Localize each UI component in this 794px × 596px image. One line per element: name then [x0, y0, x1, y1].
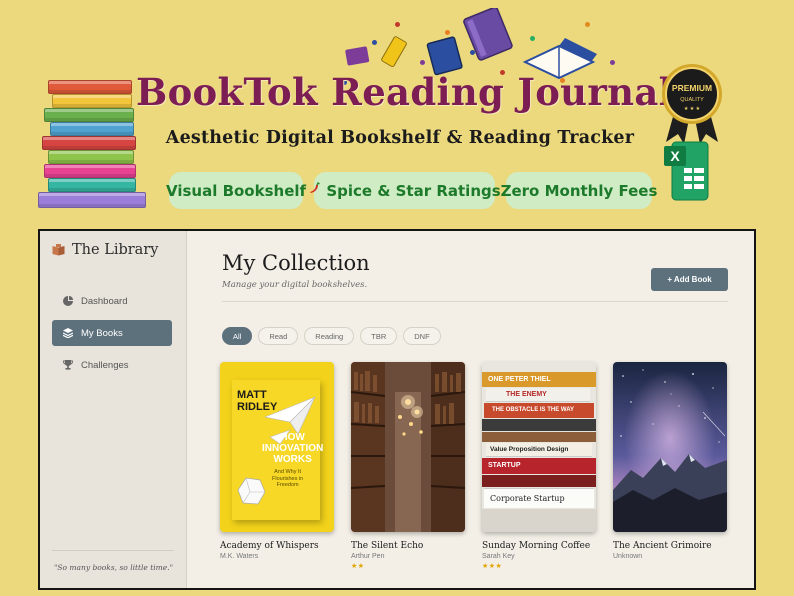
filter-chips: All Read Reading TBR DNF — [222, 327, 441, 345]
svg-text:★ ★ ★: ★ ★ ★ — [684, 106, 701, 112]
book-card[interactable]: MATT RIDLEY HOW INNOVATION WORKS And Why… — [220, 362, 334, 571]
book-author: Arthur Pen — [351, 553, 385, 560]
cover-title-line: INNOVATION — [262, 443, 324, 454]
feature-pill-spice-ratings: Spice & Star Ratings — [310, 172, 501, 209]
filter-chip-reading[interactable]: Reading — [304, 327, 355, 345]
spine-text: THE ENEMY — [506, 391, 547, 398]
filter-chip-dnf[interactable]: DNF — [403, 327, 441, 345]
sidebar: The Library Dashboard My Books Challenge… — [40, 231, 187, 588]
filter-chip-tbr[interactable]: TBR — [360, 327, 398, 345]
book-card[interactable]: The Ancient Grimoire Unknown — [613, 362, 727, 571]
sidebar-item-label: Dashboard — [81, 295, 128, 307]
svg-text:X: X — [670, 148, 680, 164]
spine-text: Corporate Startup — [490, 494, 565, 503]
filter-chip-all[interactable]: All — [222, 327, 253, 345]
library-shelves-photo — [351, 362, 465, 532]
book-cover-image[interactable] — [351, 362, 465, 532]
spine-text: THE OBSTACLE IS THE WAY — [492, 407, 575, 413]
book-title: The Silent Echo — [351, 541, 424, 551]
sidebar-item-challenges[interactable]: Challenges — [52, 352, 172, 378]
main-content: My Collection Manage your digital booksh… — [188, 231, 754, 588]
badge-bottom-text: QUALITY — [680, 97, 704, 103]
add-book-button[interactable]: + Add Book — [651, 268, 728, 291]
sidebar-divider — [52, 550, 174, 551]
sidebar-item-label: Challenges — [81, 359, 129, 371]
sidebar-item-dashboard[interactable]: Dashboard — [52, 288, 172, 314]
feature-label: Spice & Star Ratings — [326, 181, 501, 200]
book-card[interactable]: The Silent Echo Arthur Pen ★★ — [351, 362, 465, 571]
page-subtitle: Manage your digital bookshelves. — [222, 280, 368, 290]
sidebar-brand: The Library — [52, 242, 158, 258]
premium-quality-badge-icon: PREMIUM QUALITY ★ ★ ★ — [662, 64, 722, 144]
cover-tagline: And Why It — [274, 469, 302, 475]
book-cover-image[interactable] — [613, 362, 727, 532]
header-divider — [222, 301, 728, 302]
spine-text: Value Proposition Design — [490, 446, 569, 453]
library-app-window: The Library Dashboard My Books Challenge… — [38, 229, 756, 590]
page-title: My Collection — [222, 251, 370, 275]
book-author: M.K. Waters — [220, 553, 259, 560]
trophy-icon — [62, 360, 73, 371]
spreadsheet-icon: X — [664, 141, 709, 201]
banner-title: BookTok Reading Journal — [136, 70, 674, 114]
spine-text: STARTUP — [488, 462, 521, 469]
feature-label: Zero Monthly Fees — [500, 181, 658, 200]
book-author: Sarah Key — [482, 553, 515, 560]
sidebar-quote: "So many books, so little time." — [53, 563, 174, 572]
pie-chart-icon — [62, 296, 73, 307]
book-rating-stars: ★★ — [351, 563, 365, 570]
cover-title-line: HOW — [280, 432, 305, 443]
crumpled-paper-icon — [237, 477, 266, 505]
layers-icon — [62, 328, 73, 339]
chili-pepper-icon — [308, 181, 321, 199]
book-title: Academy of Whispers — [220, 541, 319, 551]
book-author: Unknown — [613, 553, 643, 560]
book-rating-stars — [613, 562, 727, 571]
feature-pill-visual-bookshelf: Visual Bookshelf — [165, 172, 307, 209]
promo-banner: BookTok Reading Journal Aesthetic Digita… — [0, 0, 794, 226]
filter-chip-read[interactable]: Read — [258, 327, 299, 345]
cover-tagline: Freedom — [276, 482, 299, 488]
sidebar-item-label: My Books — [81, 327, 123, 339]
book-rating-stars: ★★★ — [482, 563, 503, 570]
book-cover-image[interactable]: MATT RIDLEY HOW INNOVATION WORKS And Why… — [220, 362, 334, 532]
book-title: The Ancient Grimoire — [613, 541, 712, 551]
book-stack-illustration — [38, 80, 150, 208]
feature-label: Visual Bookshelf — [165, 181, 307, 200]
book-open-icon — [52, 244, 65, 256]
book-rating-stars — [220, 562, 334, 571]
banner-subtitle: Aesthetic Digital Bookshelf & Reading Tr… — [165, 128, 635, 148]
night-sky-mountain-photo — [613, 362, 727, 532]
feature-pill-zero-fees: Zero Monthly Fees — [501, 172, 657, 209]
sidebar-item-my-books[interactable]: My Books — [52, 320, 172, 346]
cover-title-line: WORKS — [273, 454, 312, 465]
brand-title: The Library — [72, 242, 159, 258]
book-card[interactable]: ONE PETER THIEL THE ENEMY THE OBSTACLE I… — [482, 362, 596, 571]
book-title: Sunday Morning Coffee — [482, 541, 591, 551]
badge-top-text: PREMIUM — [672, 83, 712, 93]
spine-text: ONE PETER THIEL — [488, 376, 551, 383]
book-cover-image[interactable]: ONE PETER THIEL THE ENEMY THE OBSTACLE I… — [482, 362, 596, 532]
